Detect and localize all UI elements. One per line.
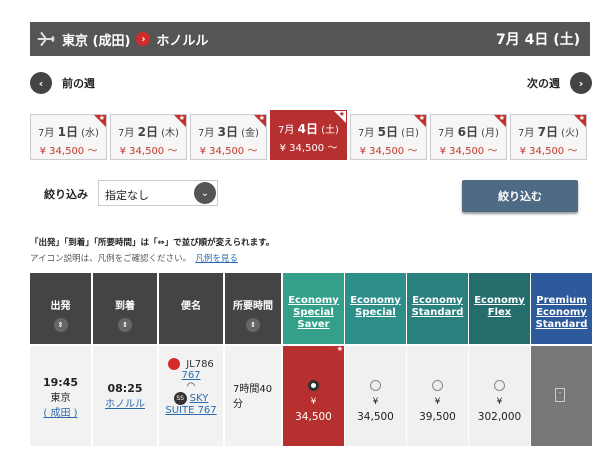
origin-city: 東京 (成田) xyxy=(62,33,131,49)
fare-option[interactable]: ¥302,000 xyxy=(469,346,530,446)
route-header: 東京 (成田) › ホノルル 7月 4日 (土) xyxy=(30,22,590,56)
col-arrival[interactable]: 到着 ⇕ xyxy=(93,273,157,344)
arrow-right-icon: › xyxy=(136,32,151,46)
radio-selected xyxy=(308,380,319,391)
fare-option[interactable]: ¥39,500 xyxy=(407,346,468,446)
fare-option[interactable]: ¥34,500 xyxy=(345,346,406,446)
sort-icon: ⇕ xyxy=(246,318,260,332)
arr-airport-link[interactable]: ホノルル xyxy=(93,395,157,410)
dep-airport-link[interactable]: ( 成田 ) xyxy=(30,404,91,419)
chevron-down-icon: ⌄ xyxy=(194,182,216,204)
fare-economy-special[interactable]: Economy Special xyxy=(345,273,406,344)
arrival-cell: 08:25 ホノルル xyxy=(93,346,157,446)
fare-economy-standard[interactable]: Economy Standard xyxy=(407,273,468,344)
prev-week-label: 前の週 xyxy=(62,77,95,90)
apply-filter-button[interactable]: 絞り込む xyxy=(462,180,578,212)
airplane-icon xyxy=(37,31,55,47)
sort-icon: ⇕ xyxy=(118,318,132,332)
chevron-left-icon: ‹ xyxy=(30,72,52,94)
next-week-button[interactable]: 次の週 › xyxy=(527,72,592,94)
col-duration[interactable]: 所要時間 ⇕ xyxy=(225,273,281,344)
wifi-icon: ◠ xyxy=(186,381,196,392)
filter-label: 絞り込み xyxy=(44,188,88,201)
filter-select[interactable]: 指定なし ⌄ xyxy=(98,180,218,206)
flight-cell: JL786 767 ◠ SS SKY SUITE 767 xyxy=(159,346,223,446)
date-tab-selected[interactable]: ★ 7月 4日 (土) ¥ 34,500 ～ xyxy=(270,110,347,160)
fare-economy-special-saver[interactable]: Economy Special Saver xyxy=(283,273,344,344)
jal-logo-icon xyxy=(168,358,181,370)
sort-note: 「出発」「到着」「所要時間」は「⇔」で並び順が変えられます。 xyxy=(30,238,275,248)
fare-unavailable: - xyxy=(531,346,592,446)
col-flight: 便名 xyxy=(159,273,223,344)
destination-city: ホノルル xyxy=(156,33,209,49)
sky-suite-icon: SS xyxy=(173,392,187,405)
prev-week-button[interactable]: ‹ 前の週 xyxy=(30,72,95,94)
date-selector: ★ 7月 1日 (水) ¥ 34,500 ～ ★ 7月 2日 (木) ¥ 34,500 … xyxy=(30,110,590,160)
next-week-label: 次の週 xyxy=(527,77,560,90)
legend-link[interactable]: 凡例を見る xyxy=(195,254,238,264)
fare-premium-economy-standard[interactable]: Premium Economy Standard xyxy=(531,273,592,344)
sort-icon: ⇕ xyxy=(53,318,68,332)
date-tab[interactable]: ★ 7月 3日 (金) ¥ 34,500 ～ xyxy=(190,114,267,160)
date-tab[interactable]: ★ 7月 5日 (日) ¥ 34,500 ～ xyxy=(350,114,427,160)
chevron-right-icon: › xyxy=(570,72,592,94)
fare-option-selected[interactable]: ★ ¥ 34,500 xyxy=(283,345,344,446)
duration-cell: 7時間40 分 xyxy=(225,346,281,446)
fare-economy-flex[interactable]: Economy Flex xyxy=(469,273,530,344)
date-tab[interactable]: ★ 7月 2日 (木) ¥ 34,500 ～ xyxy=(110,114,187,160)
date-tab[interactable]: ★ 7月 1日 (水) ¥ 34,500 ～ xyxy=(30,114,107,160)
col-departure[interactable]: 出発 ⇕ xyxy=(30,273,91,344)
date-tab[interactable]: ★ 7月 7日 (火) ¥ 34,500 ～ xyxy=(510,114,587,160)
legend-note: アイコン説明は、凡例をご確認ください。 凡例を見る xyxy=(30,254,238,264)
filter-value: 指定なし xyxy=(105,189,149,202)
date-tab[interactable]: ★ 7月 6日 (月) ¥ 34,500 ～ xyxy=(430,114,507,160)
departure-cell: 19:45 東京 ( 成田 ) xyxy=(30,346,91,446)
selected-date: 7月 4日 (土) xyxy=(495,32,580,48)
